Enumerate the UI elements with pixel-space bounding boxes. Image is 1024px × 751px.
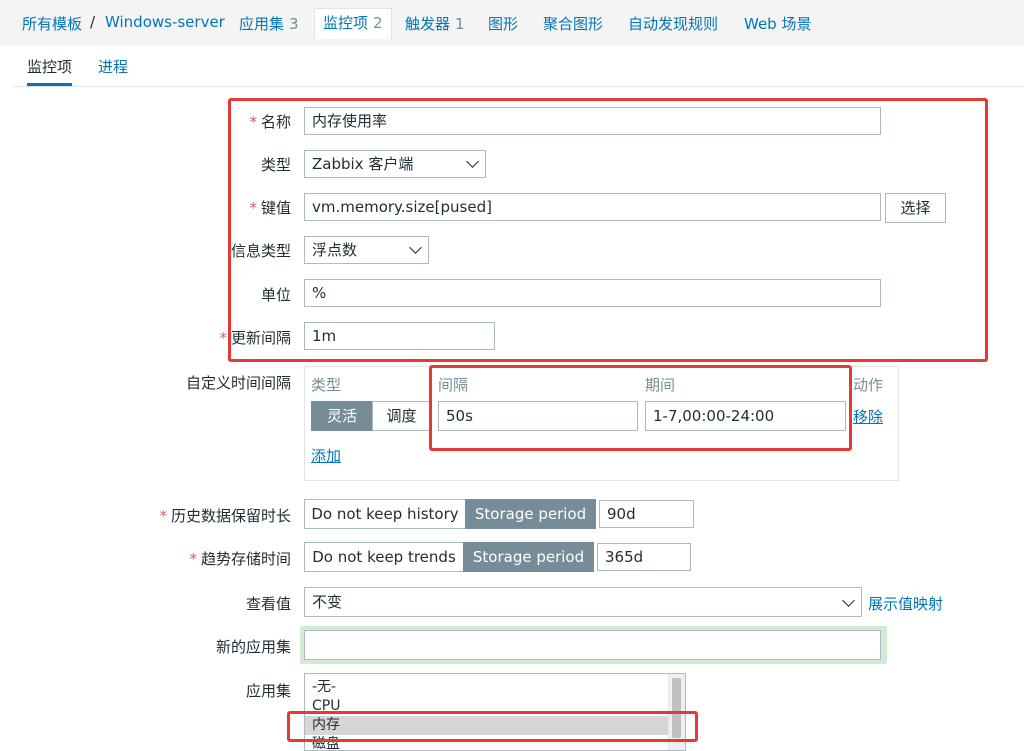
period-input[interactable]: 1-7,00:00-24:00 — [645, 401, 846, 431]
nav-items-count: 2 — [373, 14, 383, 32]
trends-storage-toggle[interactable]: Storage period — [463, 542, 594, 572]
nav-items[interactable]: 监控项 2 — [314, 8, 392, 39]
tab-item[interactable]: 监控项 — [27, 56, 73, 86]
type-select[interactable]: Zabbix 客户端 — [304, 150, 486, 178]
flexible-toggle[interactable]: 灵活 — [311, 401, 373, 431]
info-type-label: 信息类型 — [230, 242, 291, 260]
custom-intervals-label: 自定义时间间隔 — [185, 374, 291, 392]
col-action-header: 动作 — [853, 376, 884, 394]
units-label: 单位 — [260, 286, 291, 304]
units-input[interactable]: % — [304, 279, 881, 307]
trends-label: * 趋势存储时间 — [189, 550, 291, 568]
col-interval-header: 间隔 — [438, 376, 469, 394]
info-type-select-value: 浮点数 — [312, 241, 358, 259]
interval-input[interactable]: 50s — [438, 401, 638, 431]
applications-label: 应用集 — [245, 682, 291, 700]
nav-web-scenarios[interactable]: Web 场景 — [744, 13, 811, 34]
type-select-value: Zabbix 客户端 — [312, 155, 414, 173]
breadcrumb-all-templates[interactable]: 所有模板 — [22, 13, 82, 34]
valuemap-label: 查看值 — [245, 595, 291, 613]
trends-value-input[interactable]: 365d — [597, 543, 691, 571]
chevron-down-icon — [409, 241, 422, 254]
new-application-label: 新的应用集 — [215, 638, 291, 656]
nav-applications-count: 3 — [289, 15, 299, 33]
list-item[interactable]: 磁盘 — [305, 735, 685, 750]
history-no-keep-toggle[interactable]: Do not keep history — [304, 499, 466, 529]
list-item[interactable]: CPU — [305, 697, 685, 716]
name-input[interactable]: 内存使用率 — [304, 107, 881, 135]
key-label: * 键值 — [249, 199, 291, 217]
remove-interval-link[interactable]: 移除 — [853, 406, 883, 427]
update-interval-label: * 更新间隔 — [219, 329, 291, 347]
history-label: * 历史数据保留时长 — [159, 507, 291, 525]
applications-listbox[interactable]: -无- CPU 内存 磁盘 — [304, 673, 686, 751]
nav-items-label: 监控项 — [323, 14, 369, 32]
nav-applications-label: 应用集 — [239, 15, 285, 33]
chevron-down-icon — [842, 594, 855, 607]
nav-triggers-count: 1 — [455, 15, 465, 33]
info-type-select[interactable]: 浮点数 — [304, 236, 429, 264]
listbox-scrollbar[interactable] — [668, 674, 685, 750]
chevron-down-icon — [466, 155, 479, 168]
breadcrumb-host[interactable]: Windows-server — [105, 13, 225, 31]
nav-applications[interactable]: 应用集 3 — [239, 13, 299, 34]
list-item[interactable]: -无- — [305, 678, 685, 697]
key-select-button[interactable]: 选择 — [885, 193, 946, 223]
history-storage-toggle[interactable]: Storage period — [465, 499, 596, 529]
nav-screens[interactable]: 聚合图形 — [543, 13, 603, 34]
trends-no-keep-toggle[interactable]: Do not keep trends — [304, 542, 464, 572]
show-valuemap-link[interactable]: 展示值映射 — [868, 593, 943, 614]
col-period-header: 期间 — [645, 376, 676, 394]
type-label: 类型 — [260, 156, 291, 174]
valuemap-select-value: 不变 — [312, 593, 343, 611]
key-input[interactable]: vm.memory.size[pused] — [304, 193, 881, 221]
tab-process[interactable]: 进程 — [98, 56, 128, 77]
top-navigation: 所有模板 / Windows-server 应用集 3 监控项 2 触发器 1 图形 … — [0, 0, 1024, 46]
history-value-input[interactable]: 90d — [599, 500, 694, 528]
nav-graphs[interactable]: 图形 — [488, 13, 518, 34]
scheduling-toggle[interactable]: 调度 — [372, 401, 431, 431]
list-item-selected[interactable]: 内存 — [305, 716, 685, 735]
name-label: * 名称 — [249, 113, 291, 131]
nav-triggers[interactable]: 触发器 1 — [405, 13, 465, 34]
nav-discovery-rules[interactable]: 自动发现规则 — [628, 13, 718, 34]
add-interval-link[interactable]: 添加 — [311, 445, 341, 466]
scrollbar-thumb[interactable] — [672, 678, 681, 738]
form-tabs: 监控项 进程 — [14, 46, 1024, 87]
valuemap-select[interactable]: 不变 — [304, 587, 862, 617]
breadcrumb-separator: / — [90, 13, 96, 31]
nav-triggers-label: 触发器 — [405, 15, 451, 33]
col-type-header: 类型 — [311, 376, 342, 394]
new-application-input[interactable] — [304, 630, 881, 660]
update-interval-input[interactable]: 1m — [304, 322, 495, 350]
